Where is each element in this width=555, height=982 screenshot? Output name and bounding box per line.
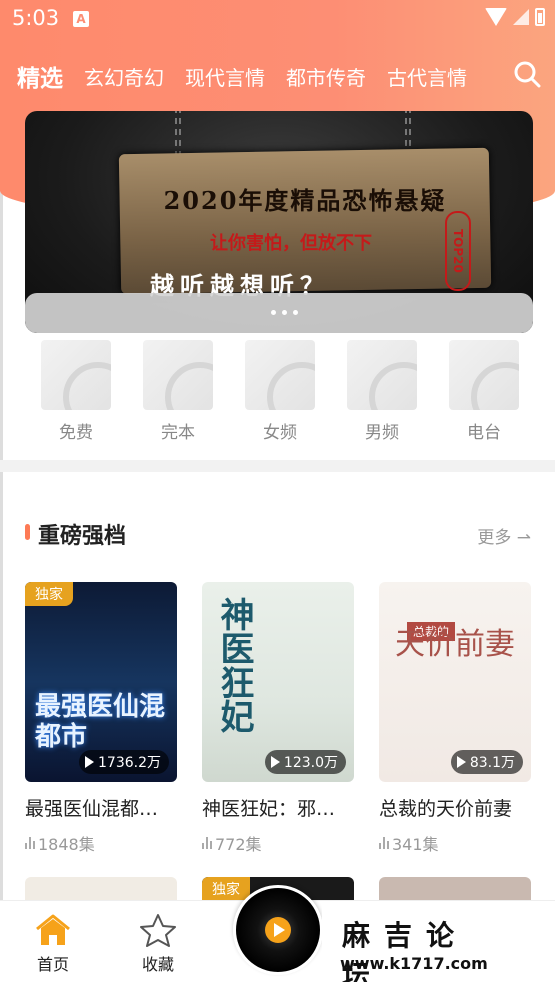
book-title: 总裁的天价前妻 [379,798,513,820]
book-card[interactable]: 最强医仙混都市 独家 1736.2万 最强医仙混都… 1848集 [25,582,177,855]
more-link[interactable]: 更多 ⇀ [477,523,531,548]
book-card[interactable]: 总裁的 天价前妻 83.1万 总裁的天价前妻 341集 [379,582,531,855]
home-icon [36,914,70,945]
category-male[interactable]: 男频 [331,340,433,450]
section-accent-bar [25,524,30,540]
promo-banner[interactable]: 2020年度精品恐怖悬疑 让你害怕，但放不下 越听越想听？ TOP20 [25,111,533,333]
play-icon [456,756,466,768]
book-card[interactable]: 神医狂妃 123.0万 神医狂妃：邪… 772集 [202,582,354,855]
play-count: 123.0万 [264,750,346,774]
cover-title: 最强医仙混都市 [35,692,166,752]
exclusive-badge: 独家 [202,877,250,901]
star-icon [140,914,176,947]
battery-icon [535,8,545,26]
category-male-icon [347,340,417,410]
play-icon [270,756,280,768]
category-female[interactable]: 女频 [229,340,331,450]
episode-count: 772集 [202,831,354,855]
banner-subtitle: 让你害怕，但放不下 [210,233,372,254]
category-tabs: 精选 玄幻奇幻 现代言情 都市传奇 古代言情 [0,56,555,96]
episode-count: 1848集 [25,831,177,855]
nav-favorites[interactable]: 收藏 [128,913,188,975]
episode-count: 341集 [379,831,531,855]
watermark-url: www.k1717.com [340,954,488,973]
tab-fantasy[interactable]: 玄幻奇幻 [84,62,164,91]
audio-bars-icon [202,837,212,849]
category-complete-icon [143,340,213,410]
wifi-icon [485,8,507,26]
exclusive-badge: 独家 [25,582,73,606]
now-playing-disc[interactable] [233,885,323,975]
book-title: 最强医仙混都… [25,798,159,820]
book-cover: 总裁的 天价前妻 83.1万 [379,582,531,782]
section-divider [0,460,555,472]
category-free[interactable]: 免费 [25,340,127,450]
category-label: 电台 [467,423,501,443]
category-label: 免费 [59,423,93,443]
nav-favorites-label: 收藏 [141,955,174,974]
play-icon [85,756,94,768]
play-count: 1736.2万 [79,750,169,774]
category-label: 男频 [365,423,399,443]
audio-bars-icon [25,837,35,849]
audio-bars-icon [379,837,389,849]
tab-urban-legend[interactable]: 都市传奇 [286,62,366,91]
category-radio[interactable]: 电台 [433,340,535,450]
banner-title: 2020年度精品恐怖悬疑 [163,186,447,215]
status-time: 5:03 [12,6,60,30]
book-cover: 最强医仙混都市 独家 1736.2万 [25,582,177,782]
category-grid: 免费 完本 女频 男频 电台 [0,340,555,450]
carousel-dots [271,310,298,315]
more-label: 更多 [477,528,512,548]
cover-title: 神医狂妃 [214,597,254,733]
signal-icon [513,9,529,25]
banner-badge: TOP20 [445,211,471,291]
category-female-icon [245,340,315,410]
watermark: 麻吉论坛 www.k1717.com [322,902,507,982]
nav-home-label: 首页 [36,955,69,974]
search-icon[interactable] [513,60,541,88]
play-count: 83.1万 [450,750,523,774]
notification-app-icon: A [73,11,89,27]
tab-ancient-romance[interactable]: 古代言情 [387,62,467,91]
play-icon [265,917,291,943]
nav-home[interactable]: 首页 [23,913,83,975]
book-cover: 神医狂妃 123.0万 [202,582,354,782]
cover-title: 天价前妻 [395,627,515,662]
status-bar: 5:03 A [0,0,555,38]
arrow-right-icon: ⇀ [516,528,531,548]
category-radio-icon [449,340,519,410]
category-label: 完本 [161,423,195,443]
book-title: 神医狂妃：邪… [202,798,336,820]
category-complete[interactable]: 完本 [127,340,229,450]
tab-featured[interactable]: 精选 [17,59,63,93]
banner-overlay [25,293,533,333]
section-title: 重磅强档 [38,524,127,549]
category-label: 女频 [263,423,297,443]
tab-modern-romance[interactable]: 现代言情 [185,62,265,91]
chain-decoration [175,111,181,157]
category-free-icon [41,340,111,410]
